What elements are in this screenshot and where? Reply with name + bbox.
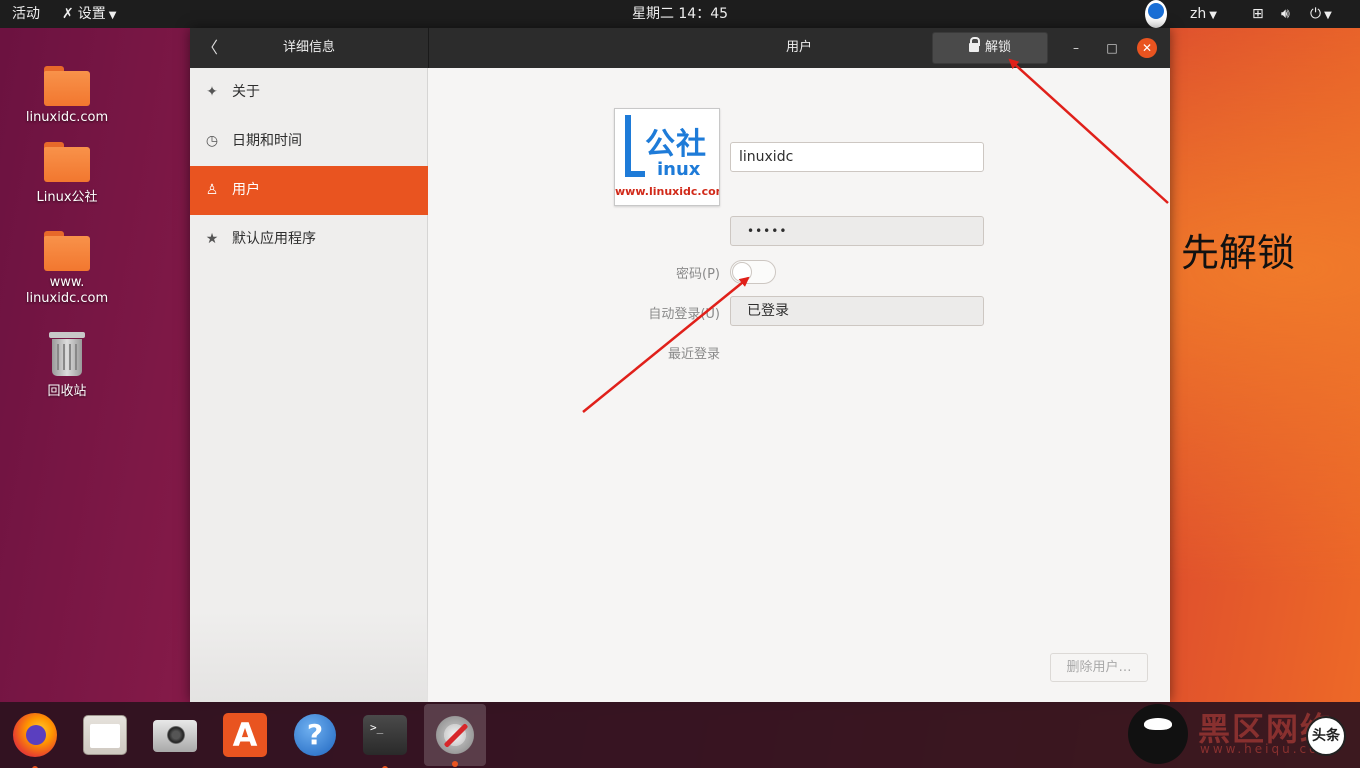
close-icon: ✕ <box>1141 41 1153 55</box>
folder-icon <box>44 231 90 271</box>
maximize-button[interactable]: □ <box>1102 38 1122 58</box>
camera-icon <box>153 720 197 752</box>
caret-down-icon: ▼ <box>1324 10 1332 21</box>
power-icon: ⏻ <box>1310 6 1322 22</box>
sparkle-icon: ✦ <box>206 84 218 100</box>
sidebar-item-label: 用户 <box>232 182 260 198</box>
caret-down-icon: ▼ <box>108 10 117 21</box>
avatar-text-main: 公社 <box>645 127 707 162</box>
minimize-icon: – <box>1073 41 1079 55</box>
watermark-badge: 头条 <box>1306 716 1346 756</box>
caret-down-icon: ▼ <box>1209 10 1217 21</box>
desktop-icon-label: 回收站 <box>47 384 87 399</box>
sidebar-item-about[interactable]: ✦ 关于 <box>190 68 428 117</box>
clock-icon: ◷ <box>205 133 219 149</box>
help-icon: ? <box>294 714 336 756</box>
desktop-icon-linuxidc[interactable]: linuxidc.com <box>22 66 112 125</box>
last-login-label: 最近登录 <box>667 347 720 362</box>
trash-icon <box>49 332 85 376</box>
dock-files[interactable] <box>80 710 130 760</box>
autologin-switch[interactable] <box>730 260 776 284</box>
password-label: 密码(P) <box>676 267 720 282</box>
avatar-logo-bar <box>625 115 631 177</box>
title-bar: 〈 详细信息 用户 解锁 – □ ✕ <box>190 28 1170 68</box>
firefox-icon <box>13 713 57 757</box>
sidebar-item-label: 关于 <box>232 84 260 100</box>
folder-icon <box>44 142 90 182</box>
top-bar: 活动 ✗ 设置 ▼ 星期二 14：45 zh ▼ ⊞ 🔊︎ ⏻ ▼ <box>0 0 1360 28</box>
network-icon[interactable]: ⊞ <box>1252 0 1264 28</box>
dock-terminal[interactable]: >_ <box>360 710 410 768</box>
sidebar: ✦ 关于 ◷ 日期和时间 ♙ 用户 ★ 默认应用程序 <box>190 68 428 702</box>
sidebar-title: 详细信息 <box>282 40 335 55</box>
username-field[interactable]: linuxidc <box>730 142 984 172</box>
switch-knob <box>732 262 752 282</box>
password-value: ••••• <box>747 224 788 238</box>
avatar-url: www.linuxidc.com <box>615 185 720 198</box>
software-store-icon: A <box>223 713 267 757</box>
dock-settings[interactable] <box>424 704 486 767</box>
sidebar-item-default-apps[interactable]: ★ 默认应用程序 <box>190 215 428 264</box>
person-icon: ♙ <box>205 182 219 198</box>
files-icon <box>83 715 127 755</box>
app-menu-label: 设置 <box>77 6 106 22</box>
avatar-text-sub: inux <box>657 159 701 180</box>
clock-label[interactable]: 星期二 14：45 <box>632 6 728 22</box>
user-panel: 公社 inux www.linuxidc.com linuxidc 密码(P) … <box>428 68 1170 702</box>
desktop-icon-linux-gongshe[interactable]: Linux公社 <box>22 142 112 205</box>
settings-icon <box>433 713 477 757</box>
dock-camera[interactable] <box>150 710 200 760</box>
desktop-icon-label: www. linuxidc.com <box>25 275 109 306</box>
power-menu[interactable]: ⏻ ▼ <box>1310 0 1332 28</box>
language-label: zh <box>1190 6 1207 22</box>
settings-window: 〈 详细信息 用户 解锁 – □ ✕ ✦ 关于 ◷ 日期和时间 ♙ 用户 ★ 默… <box>190 28 1170 702</box>
watermark-logo <box>1128 704 1188 764</box>
desktop-icon-www-linuxidc[interactable]: www. linuxidc.com <box>22 231 112 307</box>
page-title: 用户 <box>785 40 812 55</box>
desktop-icon-label: Linux公社 <box>36 190 98 205</box>
dock-help[interactable]: ? <box>290 710 340 760</box>
minimize-button[interactable]: – <box>1066 38 1086 58</box>
unlock-label: 解锁 <box>984 40 1011 55</box>
autologin-label: 自动登录(U) <box>648 307 720 322</box>
last-login-button[interactable]: 已登录 <box>730 296 984 326</box>
lock-icon <box>968 37 980 52</box>
user-avatar[interactable]: 公社 inux www.linuxidc.com <box>614 108 720 206</box>
sidebar-item-label: 默认应用程序 <box>232 231 316 247</box>
sidebar-item-users[interactable]: ♙ 用户 <box>190 166 428 215</box>
sidebar-item-date-time[interactable]: ◷ 日期和时间 <box>190 117 428 166</box>
last-login-value: 已登录 <box>747 303 789 319</box>
avatar-logo-foot <box>625 171 645 177</box>
password-button[interactable]: ••••• <box>730 216 984 246</box>
delete-user-button[interactable]: 删除用户… <box>1050 653 1148 682</box>
terminal-icon: >_ <box>363 715 407 755</box>
folder-icon <box>44 66 90 106</box>
language-menu[interactable]: zh ▼ <box>1190 0 1217 28</box>
desktop-icon-trash[interactable]: 回收站 <box>22 332 112 399</box>
activities-button[interactable]: 活动 <box>12 0 40 28</box>
desktop-icon-label: linuxidc.com <box>25 110 109 125</box>
unlock-button[interactable]: 解锁 <box>932 32 1048 64</box>
running-indicator <box>452 761 458 767</box>
close-button[interactable]: ✕ <box>1137 38 1157 58</box>
tools-icon: ✗ <box>62 6 74 22</box>
maximize-icon: □ <box>1106 41 1118 55</box>
volume-icon[interactable]: 🔊︎ <box>1281 0 1290 28</box>
sidebar-item-label: 日期和时间 <box>232 133 302 149</box>
star-icon: ★ <box>205 231 219 247</box>
teamviewer-icon[interactable] <box>1145 0 1167 28</box>
dock-firefox[interactable] <box>10 710 60 768</box>
app-menu-button[interactable]: ✗ 设置 ▼ <box>62 0 116 28</box>
dock-software[interactable]: A <box>220 710 270 760</box>
sidebar-fade <box>190 612 428 702</box>
annotation-text: 先解锁 <box>1181 231 1296 275</box>
